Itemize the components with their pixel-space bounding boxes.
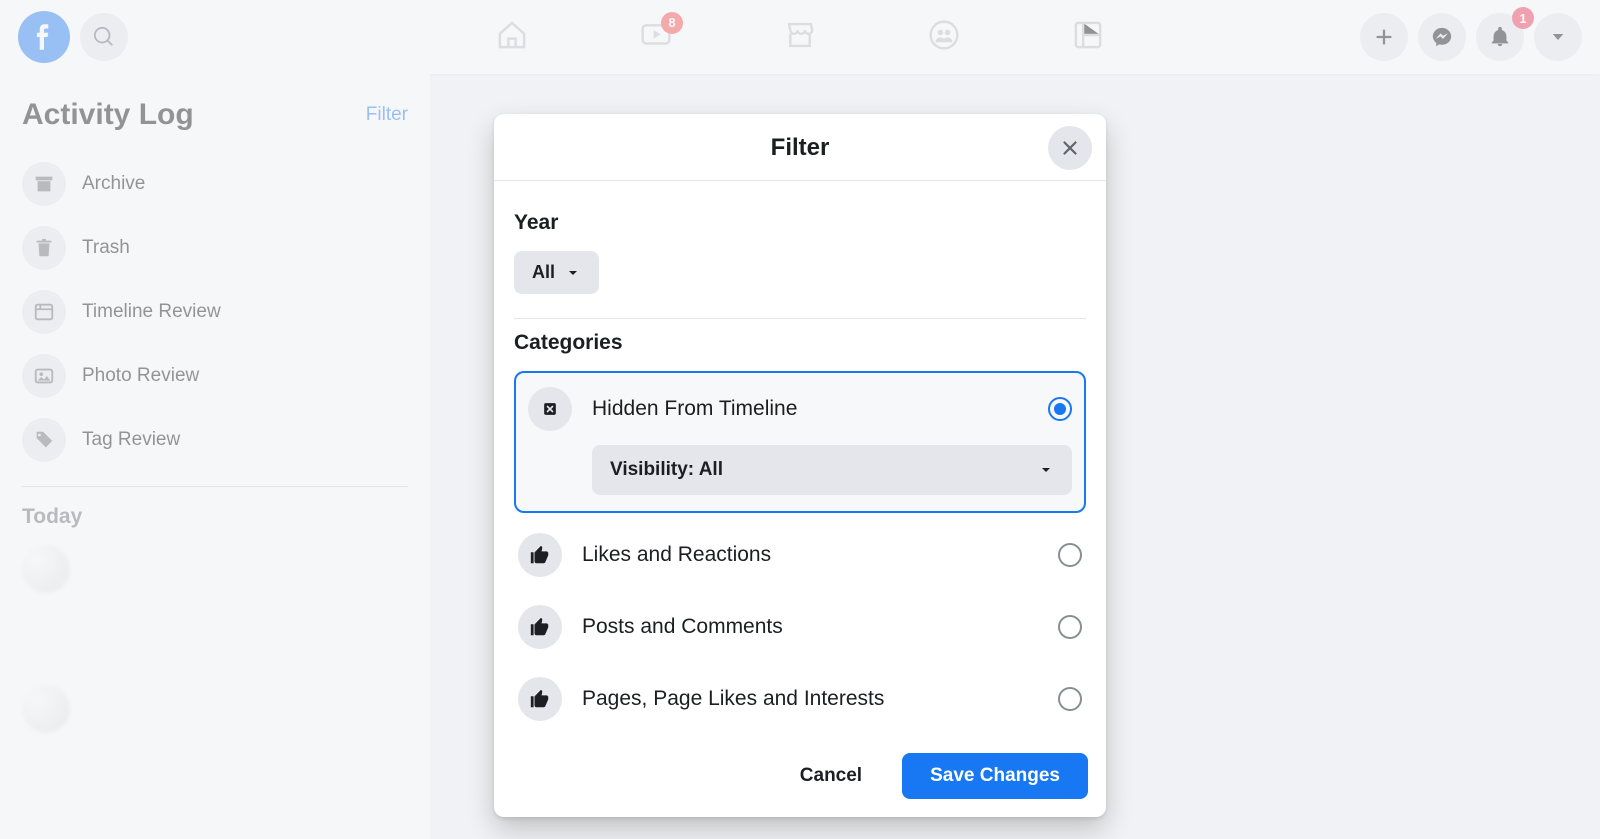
category-likes-reactions[interactable]: Likes and Reactions bbox=[514, 519, 1086, 591]
create-button[interactable] bbox=[1360, 13, 1408, 61]
notifications-button[interactable]: 1 bbox=[1476, 13, 1524, 61]
archive-icon bbox=[22, 162, 66, 206]
gaming-icon bbox=[1071, 18, 1105, 52]
modal-title: Filter bbox=[494, 134, 1106, 162]
sidebar-item-timeline-review[interactable]: Timeline Review bbox=[10, 280, 420, 344]
search-icon bbox=[93, 26, 115, 48]
messenger-icon bbox=[1431, 26, 1453, 48]
nav-gaming[interactable] bbox=[1071, 18, 1105, 57]
radio-unselected[interactable] bbox=[1058, 687, 1082, 711]
visibility-dropdown[interactable]: Visibility: All bbox=[592, 445, 1072, 495]
notifications-badge: 1 bbox=[1512, 7, 1534, 29]
bell-icon bbox=[1489, 26, 1511, 48]
account-button[interactable] bbox=[1534, 13, 1582, 61]
year-dropdown[interactable]: All bbox=[514, 251, 599, 294]
radio-unselected[interactable] bbox=[1058, 543, 1082, 567]
nav-right: 1 bbox=[1350, 13, 1582, 61]
activity-item-avatar[interactable] bbox=[22, 545, 70, 593]
nav-watch[interactable]: 8 bbox=[639, 18, 673, 57]
filter-modal: Filter Year All Categories Hidden From T… bbox=[494, 114, 1106, 817]
visibility-dropdown-value: Visibility: All bbox=[610, 459, 723, 481]
category-label: Pages, Page Likes and Interests bbox=[582, 687, 1038, 711]
trash-icon bbox=[22, 226, 66, 270]
marketplace-icon bbox=[783, 18, 817, 52]
sidebar-item-archive[interactable]: Archive bbox=[10, 152, 420, 216]
facebook-logo[interactable] bbox=[18, 11, 70, 63]
sidebar-item-trash[interactable]: Trash bbox=[10, 216, 420, 280]
caret-down-icon bbox=[1549, 28, 1567, 46]
modal-body: Year All Categories Hidden From Timeline… bbox=[494, 181, 1106, 739]
top-nav: 8 1 bbox=[0, 0, 1600, 74]
nav-center: 8 bbox=[495, 18, 1105, 57]
year-dropdown-value: All bbox=[532, 262, 555, 283]
like-icon bbox=[518, 605, 562, 649]
search-button[interactable] bbox=[80, 13, 128, 61]
divider bbox=[514, 318, 1086, 319]
sidebar: Activity Log Filter Archive Trash Timeli… bbox=[0, 74, 430, 839]
timeline-review-icon bbox=[22, 290, 66, 334]
divider bbox=[22, 486, 408, 487]
caret-down-icon bbox=[1038, 462, 1054, 478]
facebook-f-icon bbox=[27, 20, 61, 54]
photo-review-icon bbox=[22, 354, 66, 398]
tag-review-icon bbox=[22, 418, 66, 462]
sidebar-item-label: Archive bbox=[82, 173, 145, 195]
category-posts-comments[interactable]: Posts and Comments bbox=[514, 591, 1086, 663]
radio-unselected[interactable] bbox=[1058, 615, 1082, 639]
groups-icon bbox=[927, 18, 961, 52]
sidebar-item-label: Photo Review bbox=[82, 365, 199, 387]
save-changes-button[interactable]: Save Changes bbox=[902, 753, 1088, 799]
category-label: Hidden From Timeline bbox=[592, 397, 1028, 421]
category-list: Hidden From Timeline Visibility: All Lik… bbox=[514, 371, 1086, 735]
sidebar-item-label: Tag Review bbox=[82, 429, 180, 451]
like-icon bbox=[518, 677, 562, 721]
modal-close-button[interactable] bbox=[1048, 126, 1092, 170]
modal-header: Filter bbox=[494, 114, 1106, 181]
sidebar-item-photo-review[interactable]: Photo Review bbox=[10, 344, 420, 408]
cancel-button[interactable]: Cancel bbox=[772, 753, 890, 799]
like-icon bbox=[518, 533, 562, 577]
category-pages-likes-interests[interactable]: Pages, Page Likes and Interests bbox=[514, 663, 1086, 735]
categories-section-heading: Categories bbox=[514, 331, 1086, 355]
activity-item-avatar[interactable] bbox=[22, 685, 70, 733]
sidebar-item-tag-review[interactable]: Tag Review bbox=[10, 408, 420, 472]
hidden-icon bbox=[528, 387, 572, 431]
sidebar-filter-link[interactable]: Filter bbox=[366, 104, 408, 126]
section-today: Today bbox=[10, 501, 420, 539]
year-section-heading: Year bbox=[514, 211, 1086, 235]
category-label: Posts and Comments bbox=[582, 615, 1038, 639]
category-hidden-from-timeline[interactable]: Hidden From Timeline Visibility: All bbox=[514, 371, 1086, 513]
sidebar-item-label: Timeline Review bbox=[82, 301, 221, 323]
page-title: Activity Log bbox=[22, 98, 194, 132]
home-icon bbox=[495, 18, 529, 52]
plus-icon bbox=[1373, 26, 1395, 48]
caret-down-icon bbox=[565, 265, 581, 281]
sidebar-header: Activity Log Filter bbox=[10, 92, 420, 152]
sidebar-item-label: Trash bbox=[82, 237, 130, 259]
watch-badge: 8 bbox=[661, 12, 683, 34]
nav-marketplace[interactable] bbox=[783, 18, 817, 57]
category-label: Likes and Reactions bbox=[582, 543, 1038, 567]
nav-groups[interactable] bbox=[927, 18, 961, 57]
messenger-button[interactable] bbox=[1418, 13, 1466, 61]
modal-footer: Cancel Save Changes bbox=[494, 739, 1106, 817]
radio-selected[interactable] bbox=[1048, 397, 1072, 421]
nav-home[interactable] bbox=[495, 18, 529, 57]
close-icon bbox=[1059, 137, 1081, 159]
